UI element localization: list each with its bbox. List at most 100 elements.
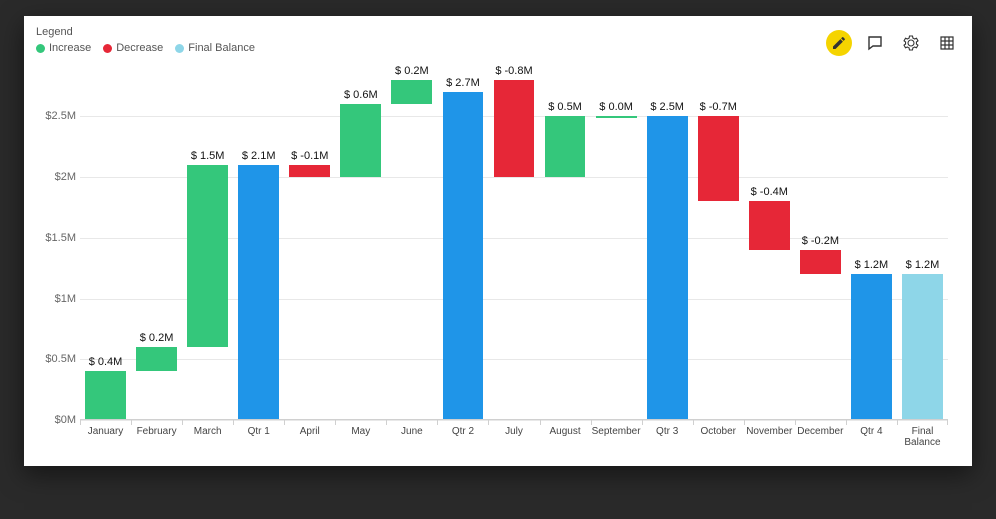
comment-button[interactable]: [862, 30, 888, 56]
x-tick-label: September: [591, 426, 642, 437]
data-label: $ 0.5M: [540, 101, 591, 116]
legend-item[interactable]: Final Balance: [175, 42, 255, 54]
y-tick-label: $0.5M: [36, 353, 76, 365]
x-tick: Qtr 3: [642, 420, 693, 446]
bar-slot: $ -0.7M: [693, 80, 744, 420]
bar-slot: $ -0.8M: [488, 80, 539, 420]
y-tick-label: $1M: [36, 293, 76, 305]
plot-area: $ 0.4M$ 0.2M$ 1.5M$ 2.1M$ -0.1M$ 0.6M$ 0…: [80, 80, 948, 420]
gear-icon: [903, 35, 919, 51]
legend-item[interactable]: Decrease: [103, 42, 163, 54]
x-tick: Qtr 1: [233, 420, 284, 446]
x-tick: February: [131, 420, 182, 446]
x-tick: August: [540, 420, 591, 446]
waterfall-chart: $0M$0.5M$1M$1.5M$2M$2.5M $ 0.4M$ 0.2M$ 1…: [36, 80, 948, 446]
bar-slot: $ -0.4M: [744, 80, 795, 420]
y-tick-label: $2M: [36, 171, 76, 183]
grid-icon: [939, 35, 955, 51]
bar-slot: $ 2.1M: [233, 80, 284, 420]
edit-button[interactable]: [826, 30, 852, 56]
x-tick-label: March: [182, 426, 233, 437]
x-tick: Qtr 4: [846, 420, 897, 446]
bar-decrease[interactable]: [289, 165, 330, 177]
x-tick-label: October: [693, 426, 744, 437]
bar-slot: $ 1.2M: [897, 80, 948, 420]
x-tick: January: [80, 420, 131, 446]
x-tick-label: May: [335, 426, 386, 437]
y-tick-label: $2.5M: [36, 110, 76, 122]
y-tick-label: $0M: [36, 414, 76, 426]
x-tick-label: Qtr 2: [437, 426, 488, 437]
legend: Legend Increase Decrease Final Balance: [36, 26, 255, 54]
legend-title: Legend: [36, 26, 255, 38]
bar-increase[interactable]: [545, 116, 586, 177]
bar-subtotal[interactable]: [443, 92, 484, 420]
x-tick-label: April: [284, 426, 335, 437]
bar-slot: $ 2.5M: [642, 80, 693, 420]
bar-slot: $ 0.2M: [386, 80, 437, 420]
x-tick: FinalBalance: [897, 420, 948, 446]
x-tick-label: Qtr 1: [233, 426, 284, 437]
data-label: $ 0.2M: [131, 332, 182, 347]
bar-slot: $ -0.1M: [284, 80, 335, 420]
comment-icon: [867, 35, 883, 51]
x-tick: April: [284, 420, 335, 446]
data-label: $ 2.7M: [437, 77, 488, 92]
bar-increase[interactable]: [391, 80, 432, 104]
data-label: $ 0.0M: [591, 101, 642, 116]
bar-subtotal[interactable]: [851, 274, 892, 420]
bar-slot: $ 1.5M: [182, 80, 233, 420]
x-tick: March: [182, 420, 233, 446]
x-tick-label: December: [795, 426, 846, 437]
x-tick: June: [386, 420, 437, 446]
chart-card: Legend IncreaseDecreaseFinal Balance $: [24, 16, 972, 466]
bar-slot: $ 0.0M: [591, 80, 642, 420]
legend-item[interactable]: Increase: [36, 42, 91, 54]
legend-label: Final Balance: [188, 42, 255, 54]
x-tick: November: [744, 420, 795, 446]
x-tick-label: November: [744, 426, 795, 437]
x-tick-label: June: [386, 426, 437, 437]
data-label: $ 1.2M: [897, 259, 948, 274]
bar-slot: $ 0.4M: [80, 80, 131, 420]
grid-button[interactable]: [934, 30, 960, 56]
bar-increase[interactable]: [187, 165, 228, 347]
x-tick-label: February: [131, 426, 182, 437]
bar-subtotal[interactable]: [238, 165, 279, 420]
bar-increase[interactable]: [136, 347, 177, 371]
bar-decrease[interactable]: [698, 116, 739, 201]
bar-slot: $ 0.2M: [131, 80, 182, 420]
bar-increase[interactable]: [596, 116, 637, 118]
bar-increase[interactable]: [340, 104, 381, 177]
x-tick: December: [795, 420, 846, 446]
data-label: $ -0.1M: [284, 150, 335, 165]
x-tick-label: July: [488, 426, 539, 437]
x-tick: September: [591, 420, 642, 446]
x-tick-label: Qtr 4: [846, 426, 897, 437]
data-label: $ 0.2M: [386, 65, 437, 80]
bar-slot: $ 2.7M: [437, 80, 488, 420]
settings-button[interactable]: [898, 30, 924, 56]
x-tick: July: [488, 420, 539, 446]
bar-subtotal[interactable]: [647, 116, 688, 420]
data-label: $ 1.2M: [846, 259, 897, 274]
toolbar: [826, 30, 960, 56]
bar-final[interactable]: [902, 274, 943, 420]
data-label: $ -0.7M: [693, 101, 744, 116]
x-tick: May: [335, 420, 386, 446]
bar-decrease[interactable]: [800, 250, 841, 274]
bar-slot: $ 1.2M: [846, 80, 897, 420]
legend-swatch-icon: [36, 44, 45, 53]
bar-decrease[interactable]: [749, 201, 790, 250]
bar-decrease[interactable]: [494, 80, 535, 177]
data-label: $ -0.2M: [795, 235, 846, 250]
legend-label: Decrease: [116, 42, 163, 54]
bar-increase[interactable]: [85, 371, 126, 420]
x-tick-label: August: [540, 426, 591, 437]
data-label: $ 0.4M: [80, 356, 131, 371]
legend-swatch-icon: [103, 44, 112, 53]
legend-swatch-icon: [175, 44, 184, 53]
bar-slot: $ 0.5M: [540, 80, 591, 420]
bar-slot: $ -0.2M: [795, 80, 846, 420]
y-tick-label: $1.5M: [36, 232, 76, 244]
